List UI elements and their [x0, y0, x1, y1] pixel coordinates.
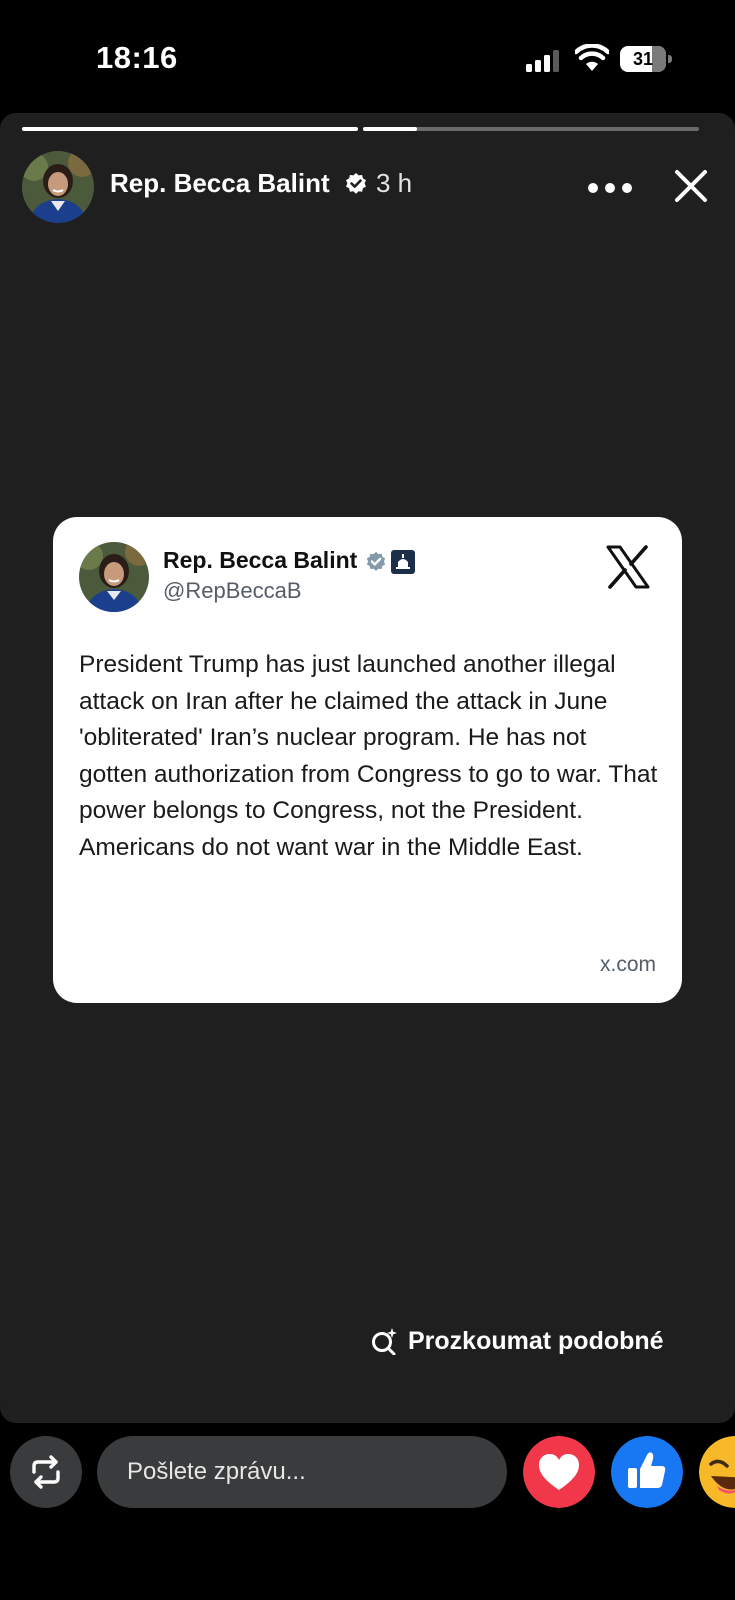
tweet-author-avatar: [79, 542, 149, 612]
story-viewer[interactable]: Rep. Becca Balint 3 h Rep. Becca Balint: [0, 113, 735, 1423]
x-logo-icon: [606, 545, 650, 589]
heart-reaction-button[interactable]: [523, 1436, 595, 1508]
battery-indicator: 31: [620, 46, 672, 72]
battery-level: 31: [632, 49, 654, 69]
explore-similar-label: Prozkoumat podobné: [408, 1326, 664, 1355]
more-options-button[interactable]: [588, 181, 634, 195]
story-timestamp: 3 h: [376, 168, 413, 198]
explore-similar-button[interactable]: Prozkoumat podobné: [370, 1321, 664, 1361]
verified-icon: [366, 551, 386, 571]
tweet-author-handle: @RepBeccaB: [163, 578, 302, 603]
tweet-card[interactable]: Rep. Becca Balint @RepBeccaB President T…: [53, 517, 682, 1003]
like-icon: [611, 1436, 683, 1508]
share-button[interactable]: [10, 1436, 82, 1508]
government-badge-icon: [391, 550, 415, 574]
wifi-icon: [575, 44, 609, 71]
close-icon[interactable]: [672, 167, 710, 205]
verified-icon: [346, 173, 366, 194]
heart-icon: [523, 1436, 595, 1508]
share-icon: [32, 1455, 60, 1489]
reply-bar: [0, 1423, 735, 1600]
tweet-text: President Trump has just launched anothe…: [79, 651, 658, 861]
laugh-emoji-icon: [699, 1436, 735, 1508]
tweet-author-name: Rep. Becca Balint: [163, 547, 358, 573]
story-progress-segment-2: [363, 127, 699, 131]
laugh-reaction-button[interactable]: [699, 1436, 735, 1508]
story-progress-segment-1: [22, 127, 358, 131]
tweet-source: x.com: [599, 953, 656, 976]
author-avatar[interactable]: [22, 151, 94, 223]
like-reaction-button[interactable]: [611, 1436, 683, 1508]
explore-sparkle-icon: [372, 1328, 397, 1355]
story-author-name[interactable]: Rep. Becca Balint: [110, 168, 330, 199]
status-bar: 18:16 31: [0, 0, 735, 112]
cellular-signal-icon: [526, 50, 559, 72]
status-time: 18:16: [96, 40, 178, 75]
message-input[interactable]: [97, 1436, 507, 1508]
